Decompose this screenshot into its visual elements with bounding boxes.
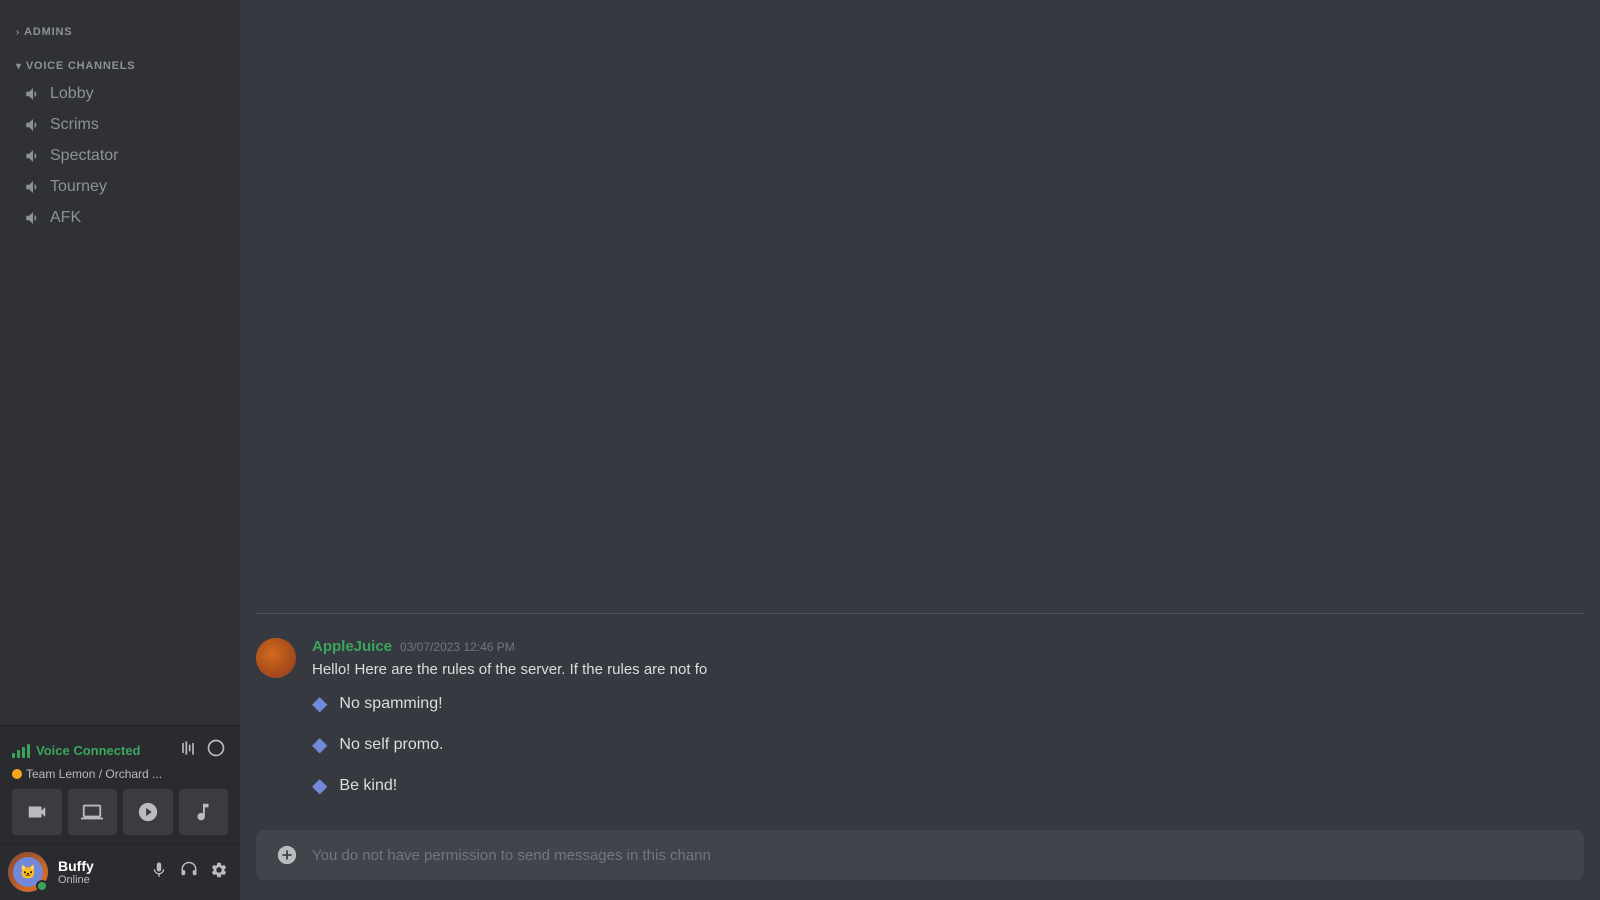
username: Buffy bbox=[58, 858, 94, 874]
diamond-icon-2: ◆ bbox=[312, 732, 327, 757]
channel-scrims[interactable]: Scrims bbox=[8, 110, 232, 140]
voice-connected-header: Voice Connected bbox=[12, 736, 228, 765]
camera-button[interactable] bbox=[12, 789, 62, 835]
screen-share-button[interactable] bbox=[68, 789, 118, 835]
waveform-icon[interactable] bbox=[176, 736, 200, 765]
rule-text-1: No spamming! bbox=[339, 695, 442, 713]
user-controls bbox=[146, 857, 232, 888]
microphone-button[interactable] bbox=[146, 857, 172, 888]
admins-label: ADMINS bbox=[24, 26, 72, 38]
section-admins[interactable]: › ADMINS bbox=[0, 10, 240, 44]
yellow-dot-icon bbox=[12, 769, 22, 779]
diamond-icon-3: ◆ bbox=[312, 773, 327, 798]
channel-lobby-label: Lobby bbox=[50, 85, 94, 103]
admins-chevron: › bbox=[16, 27, 20, 38]
channel-tourney-label: Tourney bbox=[50, 178, 107, 196]
settings-button[interactable] bbox=[206, 857, 232, 888]
voice-connected-panel: Voice Connected Team Lemon / Orchard ... bbox=[0, 725, 240, 843]
sidebar: › ADMINS ▾ VOICE CHANNELS Lobby Scri bbox=[0, 0, 240, 900]
message-input-placeholder[interactable]: You do not have permission to send messa… bbox=[312, 847, 1568, 864]
signal-bar-2 bbox=[17, 750, 20, 758]
volume-icon-spectator bbox=[24, 147, 42, 165]
signal-icon bbox=[12, 744, 30, 758]
volume-icon-tourney bbox=[24, 178, 42, 196]
message-avatar bbox=[256, 638, 296, 678]
message-header: AppleJuice 03/07/2023 12:46 PM bbox=[312, 638, 1584, 655]
message-avatar-image bbox=[256, 638, 296, 678]
volume-icon-afk bbox=[24, 209, 42, 227]
volume-icon-lobby bbox=[24, 85, 42, 103]
signal-bar-4 bbox=[27, 744, 30, 758]
voice-connected-label: Voice Connected bbox=[36, 743, 141, 758]
section-voice-channels[interactable]: ▾ VOICE CHANNELS bbox=[0, 44, 240, 78]
user-avatar-wrap: 🐱 bbox=[8, 852, 48, 892]
rule-text-2: No self promo. bbox=[339, 736, 443, 754]
message-timestamp: 03/07/2023 12:46 PM bbox=[400, 640, 515, 654]
add-attachment-button[interactable] bbox=[272, 840, 302, 870]
chat-divider bbox=[256, 613, 1584, 614]
status-dot bbox=[36, 880, 48, 892]
voice-channels-chevron: ▾ bbox=[16, 61, 22, 72]
message-text: Hello! Here are the rules of the server.… bbox=[312, 659, 1584, 682]
message-input-area: You do not have permission to send messa… bbox=[240, 830, 1600, 900]
user-details: Buffy Online bbox=[58, 858, 94, 886]
rule-item-2: ◆ No self promo. bbox=[312, 732, 1584, 757]
voice-channels-label: VOICE CHANNELS bbox=[26, 60, 136, 72]
voice-buttons bbox=[12, 789, 228, 835]
voice-channel-name: Team Lemon / Orchard ... bbox=[26, 767, 162, 781]
channel-list: › ADMINS ▾ VOICE CHANNELS Lobby Scri bbox=[0, 0, 240, 725]
diamond-icon-1: ◆ bbox=[312, 691, 327, 716]
channel-scrims-label: Scrims bbox=[50, 116, 99, 134]
message-author: AppleJuice bbox=[312, 638, 392, 655]
soundboard-button[interactable] bbox=[179, 789, 229, 835]
headset-button[interactable] bbox=[176, 857, 202, 888]
user-status: Online bbox=[58, 874, 94, 886]
rule-text-3: Be kind! bbox=[339, 777, 397, 795]
user-panel: 🐱 Buffy Online bbox=[0, 843, 240, 900]
chat-area: AppleJuice 03/07/2023 12:46 PM Hello! He… bbox=[240, 0, 1600, 830]
channel-afk[interactable]: AFK bbox=[8, 203, 232, 233]
channel-spectator[interactable]: Spectator bbox=[8, 141, 232, 171]
channel-afk-label: AFK bbox=[50, 209, 81, 227]
channel-tourney[interactable]: Tourney bbox=[8, 172, 232, 202]
message-body: AppleJuice 03/07/2023 12:46 PM Hello! He… bbox=[312, 638, 1584, 815]
voice-actions bbox=[176, 736, 228, 765]
voice-connected-subtitle: Team Lemon / Orchard ... bbox=[12, 767, 228, 781]
activity-button[interactable] bbox=[123, 789, 173, 835]
user-info: 🐱 Buffy Online bbox=[8, 852, 94, 892]
message-container: AppleJuice 03/07/2023 12:46 PM Hello! He… bbox=[256, 634, 1584, 831]
channel-lobby[interactable]: Lobby bbox=[8, 79, 232, 109]
signal-bar-1 bbox=[12, 753, 15, 758]
voice-connected-title: Voice Connected bbox=[12, 743, 141, 758]
signal-bar-3 bbox=[22, 747, 25, 758]
volume-icon-scrims bbox=[24, 116, 42, 134]
svg-text:🐱: 🐱 bbox=[20, 865, 37, 880]
rule-item-1: ◆ No spamming! bbox=[312, 691, 1584, 716]
main-content: AppleJuice 03/07/2023 12:46 PM Hello! He… bbox=[240, 0, 1600, 900]
rule-item-3: ◆ Be kind! bbox=[312, 773, 1584, 798]
message-input-box: You do not have permission to send messa… bbox=[256, 830, 1584, 880]
disconnect-icon[interactable] bbox=[204, 736, 228, 765]
channel-spectator-label: Spectator bbox=[50, 147, 118, 165]
